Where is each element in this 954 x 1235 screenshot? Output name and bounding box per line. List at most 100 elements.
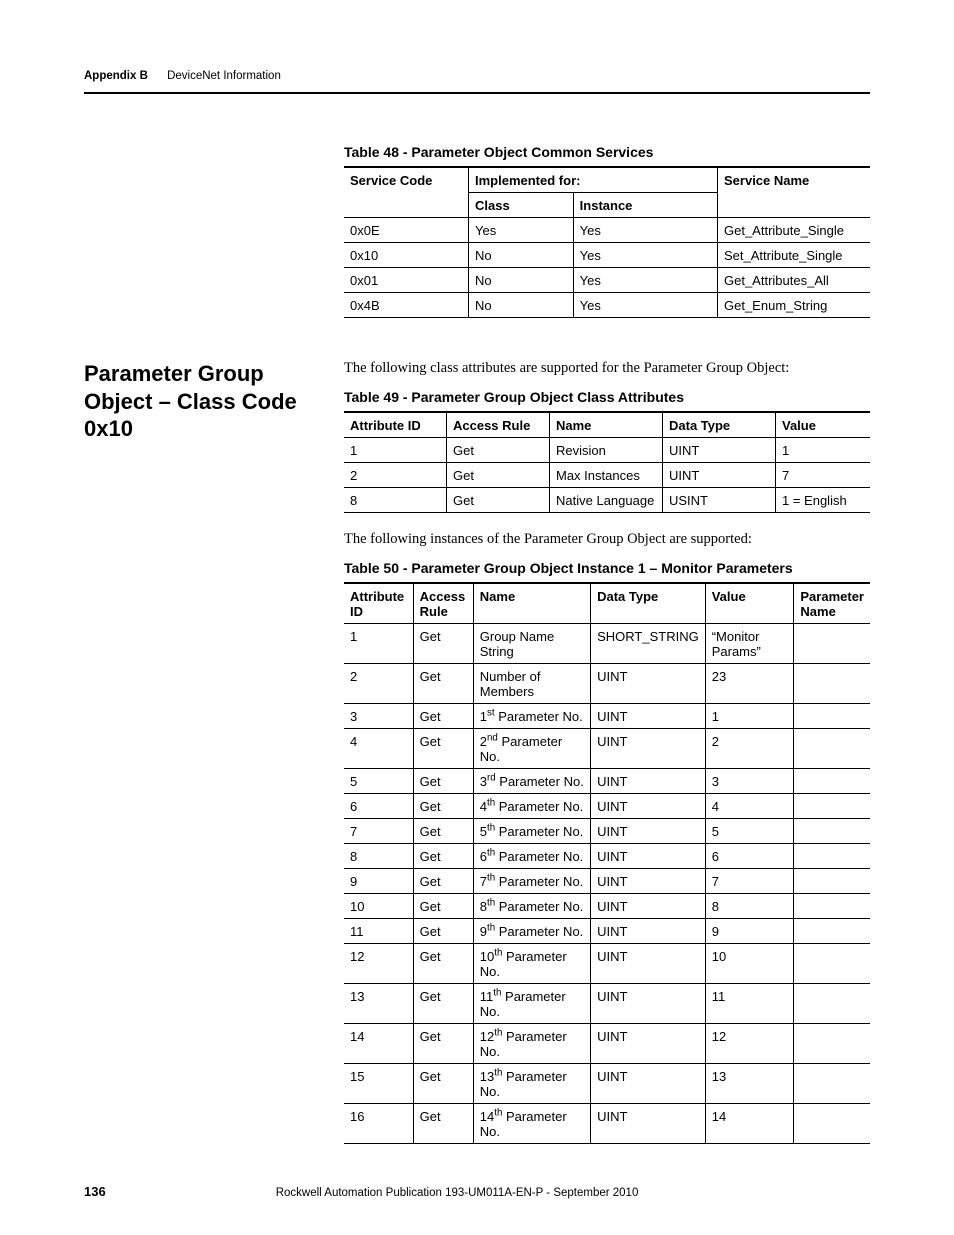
cell: 1 xyxy=(776,438,871,463)
cell: 9th Parameter No. xyxy=(473,919,590,944)
cell: Get xyxy=(447,488,550,513)
cell: UINT xyxy=(591,944,706,984)
cell: UINT xyxy=(663,463,776,488)
cell: Yes xyxy=(573,243,717,268)
cell: UINT xyxy=(591,1104,706,1144)
appendix-label: Appendix B xyxy=(84,70,148,82)
table-row: 16Get14th Parameter No.UINT14 xyxy=(344,1104,870,1144)
cell xyxy=(794,769,870,794)
cell: 12th Parameter No. xyxy=(473,1024,590,1064)
cell: 4th Parameter No. xyxy=(473,794,590,819)
cell: 3 xyxy=(344,704,413,729)
table-row: 9Get7th Parameter No.UINT7 xyxy=(344,869,870,894)
th-param-name: Parameter Name xyxy=(794,583,870,624)
cell: 2 xyxy=(344,664,413,704)
cell: Get xyxy=(413,1104,473,1144)
table-row: 2GetMax InstancesUINT7 xyxy=(344,463,870,488)
th-value: Value xyxy=(705,583,794,624)
cell: SHORT_STRING xyxy=(591,624,706,664)
cell xyxy=(794,919,870,944)
table-row: 15Get13th Parameter No.UINT13 xyxy=(344,1064,870,1104)
table-row: 10Get8th Parameter No.UINT8 xyxy=(344,894,870,919)
cell: Get xyxy=(413,919,473,944)
cell: UINT xyxy=(591,844,706,869)
table-row: 0x01NoYesGet_Attributes_All xyxy=(344,268,870,293)
cell: 10 xyxy=(344,894,413,919)
cell: UINT xyxy=(591,894,706,919)
table49-caption: Table 49 - Parameter Group Object Class … xyxy=(344,389,870,405)
cell: 8 xyxy=(344,488,447,513)
cell xyxy=(794,1104,870,1144)
cell xyxy=(794,844,870,869)
cell: Get xyxy=(413,944,473,984)
cell: 11th Parameter No. xyxy=(473,984,590,1024)
cell: UINT xyxy=(591,704,706,729)
cell: Get xyxy=(413,664,473,704)
page-footer: 136 Rockwell Automation Publication 193-… xyxy=(84,1184,870,1199)
cell: 14 xyxy=(705,1104,794,1144)
cell: 12 xyxy=(705,1024,794,1064)
th-attr-id: Attribute ID xyxy=(344,583,413,624)
table48-caption: Table 48 - Parameter Object Common Servi… xyxy=(344,144,870,160)
th-service-name: Service Name xyxy=(718,167,871,218)
cell: No xyxy=(469,243,574,268)
cell: 1 = English xyxy=(776,488,871,513)
table-row: 14Get12th Parameter No.UINT12 xyxy=(344,1024,870,1064)
cell: “Monitor Params” xyxy=(705,624,794,664)
th-data-type: Data Type xyxy=(663,412,776,438)
cell: Get xyxy=(413,819,473,844)
th-name: Name xyxy=(473,583,590,624)
table-row: 1GetRevisionUINT1 xyxy=(344,438,870,463)
cell: Yes xyxy=(573,293,717,318)
cell: 9 xyxy=(705,919,794,944)
cell: 15 xyxy=(344,1064,413,1104)
cell: 3rd Parameter No. xyxy=(473,769,590,794)
th-attr-id: Attribute ID xyxy=(344,412,447,438)
table-row: 11Get9th Parameter No.UINT9 xyxy=(344,919,870,944)
cell: 0x0E xyxy=(344,218,469,243)
table-row: 8GetNative LanguageUSINT1 = English xyxy=(344,488,870,513)
cell: Group Name String xyxy=(473,624,590,664)
cell xyxy=(794,869,870,894)
table-row: 0x0EYesYesGet_Attribute_Single xyxy=(344,218,870,243)
th-value: Value xyxy=(776,412,871,438)
cell xyxy=(794,894,870,919)
cell: 12 xyxy=(344,944,413,984)
cell: Get xyxy=(413,769,473,794)
table-row: 0x10NoYesSet_Attribute_Single xyxy=(344,243,870,268)
table-row: 6Get4th Parameter No.UINT4 xyxy=(344,794,870,819)
cell: Yes xyxy=(469,218,574,243)
cell xyxy=(794,1024,870,1064)
cell: UINT xyxy=(591,729,706,769)
cell: 5 xyxy=(705,819,794,844)
cell: UINT xyxy=(591,984,706,1024)
cell: Get xyxy=(413,894,473,919)
cell: Get_Enum_String xyxy=(718,293,871,318)
cell: 2 xyxy=(344,463,447,488)
cell: 14 xyxy=(344,1024,413,1064)
cell: Get xyxy=(447,438,550,463)
cell xyxy=(794,984,870,1024)
cell: UINT xyxy=(591,664,706,704)
intro-49: The following class attributes are suppo… xyxy=(344,360,870,377)
cell: 6 xyxy=(344,794,413,819)
cell xyxy=(794,819,870,844)
cell: 3 xyxy=(705,769,794,794)
th-name: Name xyxy=(550,412,663,438)
cell: Get xyxy=(413,844,473,869)
cell xyxy=(794,944,870,984)
cell: Get xyxy=(413,984,473,1024)
cell: 11 xyxy=(344,919,413,944)
th-instance: Instance xyxy=(573,193,717,218)
intro-50: The following instances of the Parameter… xyxy=(344,531,870,548)
cell xyxy=(794,729,870,769)
cell: Max Instances xyxy=(550,463,663,488)
cell: Get xyxy=(413,704,473,729)
cell xyxy=(794,704,870,729)
cell: 7 xyxy=(344,819,413,844)
cell: 7th Parameter No. xyxy=(473,869,590,894)
cell: 23 xyxy=(705,664,794,704)
appendix-title: DeviceNet Information xyxy=(167,70,281,82)
cell: UINT xyxy=(591,919,706,944)
table50: Attribute ID Access Rule Name Data Type … xyxy=(344,582,870,1144)
